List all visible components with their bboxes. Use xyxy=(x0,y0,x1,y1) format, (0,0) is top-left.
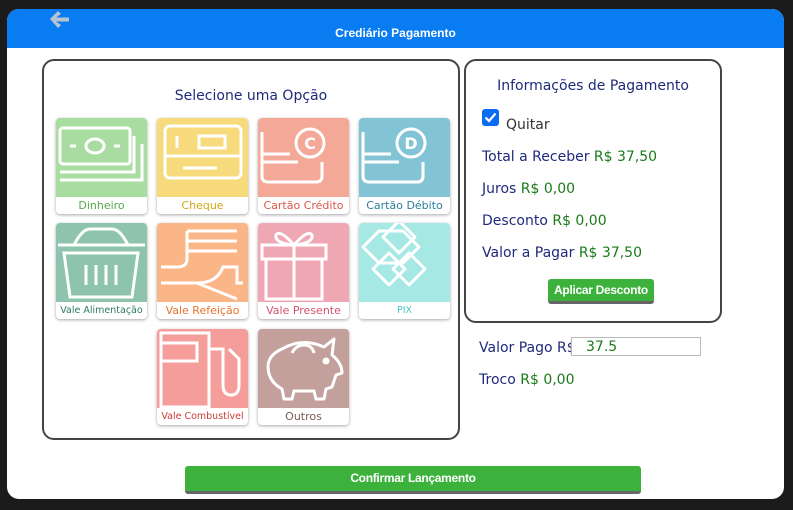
option-dinheiro[interactable]: Dinheiro xyxy=(56,118,147,214)
option-vale-presente[interactable]: Vale Presente xyxy=(258,223,349,319)
check-icon xyxy=(163,124,243,180)
juros-value: R$ 0,00 xyxy=(520,181,576,197)
svg-text:C: C xyxy=(304,134,316,153)
option-label: PIX xyxy=(396,305,413,316)
desconto-line: Desconto R$ 0,00 xyxy=(482,213,607,229)
option-cartao-debito[interactable]: D Cartão Débito xyxy=(359,118,450,214)
option-cheque[interactable]: Cheque xyxy=(157,118,248,214)
option-label: Vale Alimentação xyxy=(60,305,143,316)
credit-card-icon: C xyxy=(260,127,326,184)
valor-pagar-label: Valor a Pagar xyxy=(482,245,575,261)
valor-pago-input[interactable] xyxy=(571,337,701,356)
debit-card-icon: D xyxy=(361,127,427,184)
title-bar: Crediário Pagamento xyxy=(7,9,784,48)
option-label: Dinheiro xyxy=(78,199,125,212)
piggy-bank-icon xyxy=(266,337,344,401)
desconto-value: R$ 0,00 xyxy=(552,213,607,229)
payment-info-panel: Informações de Pagamento Quitar Total a … xyxy=(464,59,722,323)
valor-pago-label: Valor Pago R$ xyxy=(479,340,576,356)
juros-line: Juros R$ 0,00 xyxy=(482,181,575,197)
app-window: Crediário Pagamento Selecione uma Opção xyxy=(7,9,784,499)
pix-icon xyxy=(361,223,427,287)
confirm-button[interactable]: Confirmar Lançamento xyxy=(185,466,641,494)
total-receber-label: Total a Receber xyxy=(482,149,590,165)
fork-knife-icon xyxy=(161,229,243,301)
apply-discount-button[interactable]: Aplicar Desconto xyxy=(548,279,654,304)
total-receber-value: R$ 37,50 xyxy=(593,149,658,165)
payment-info-title: Informações de Pagamento xyxy=(497,78,689,94)
option-vale-combustivel[interactable]: Vale Combustível xyxy=(157,329,248,425)
option-cartao-credito[interactable]: C Cartão Crédito xyxy=(258,118,349,214)
option-label: Cheque xyxy=(181,199,224,212)
svg-text:D: D xyxy=(404,134,417,153)
quitar-checkbox[interactable] xyxy=(482,109,499,126)
option-pix[interactable]: PIX xyxy=(359,223,450,319)
option-vale-alimentacao[interactable]: Vale Alimentação xyxy=(56,223,147,319)
option-label: Cartão Débito xyxy=(366,199,443,212)
desconto-label: Desconto xyxy=(482,213,548,229)
fuel-pump-icon xyxy=(159,331,241,408)
basket-icon xyxy=(58,227,145,299)
gift-icon xyxy=(260,231,328,301)
troco-line: Troco R$ 0,00 xyxy=(479,372,575,388)
checkmark-icon xyxy=(484,112,497,123)
option-label: Cartão Crédito xyxy=(263,199,344,212)
cash-icon xyxy=(58,126,144,182)
option-vale-refeicao[interactable]: Vale Refeição xyxy=(157,223,248,319)
options-panel-title: Selecione uma Opção xyxy=(174,88,328,104)
valor-pagar-value: R$ 37,50 xyxy=(578,245,642,261)
option-label: Vale Combustível xyxy=(161,411,244,422)
troco-label: Troco xyxy=(479,372,516,388)
payment-options-panel: Selecione uma Opção Dinheiro Cheque C Ca… xyxy=(42,59,460,440)
juros-label: Juros xyxy=(482,181,517,197)
option-outros[interactable]: Outros xyxy=(258,329,349,425)
quitar-label: Quitar xyxy=(506,117,550,133)
troco-value: R$ 0,00 xyxy=(520,372,575,388)
page-title: Crediário Pagamento xyxy=(335,26,456,40)
option-label: Outros xyxy=(285,410,322,423)
option-label: Vale Presente xyxy=(266,304,341,317)
option-label: Vale Refeição xyxy=(165,304,240,317)
valor-pagar-line: Valor a Pagar R$ 37,50 xyxy=(482,245,642,261)
total-receber-line: Total a Receber R$ 37,50 xyxy=(482,149,657,165)
